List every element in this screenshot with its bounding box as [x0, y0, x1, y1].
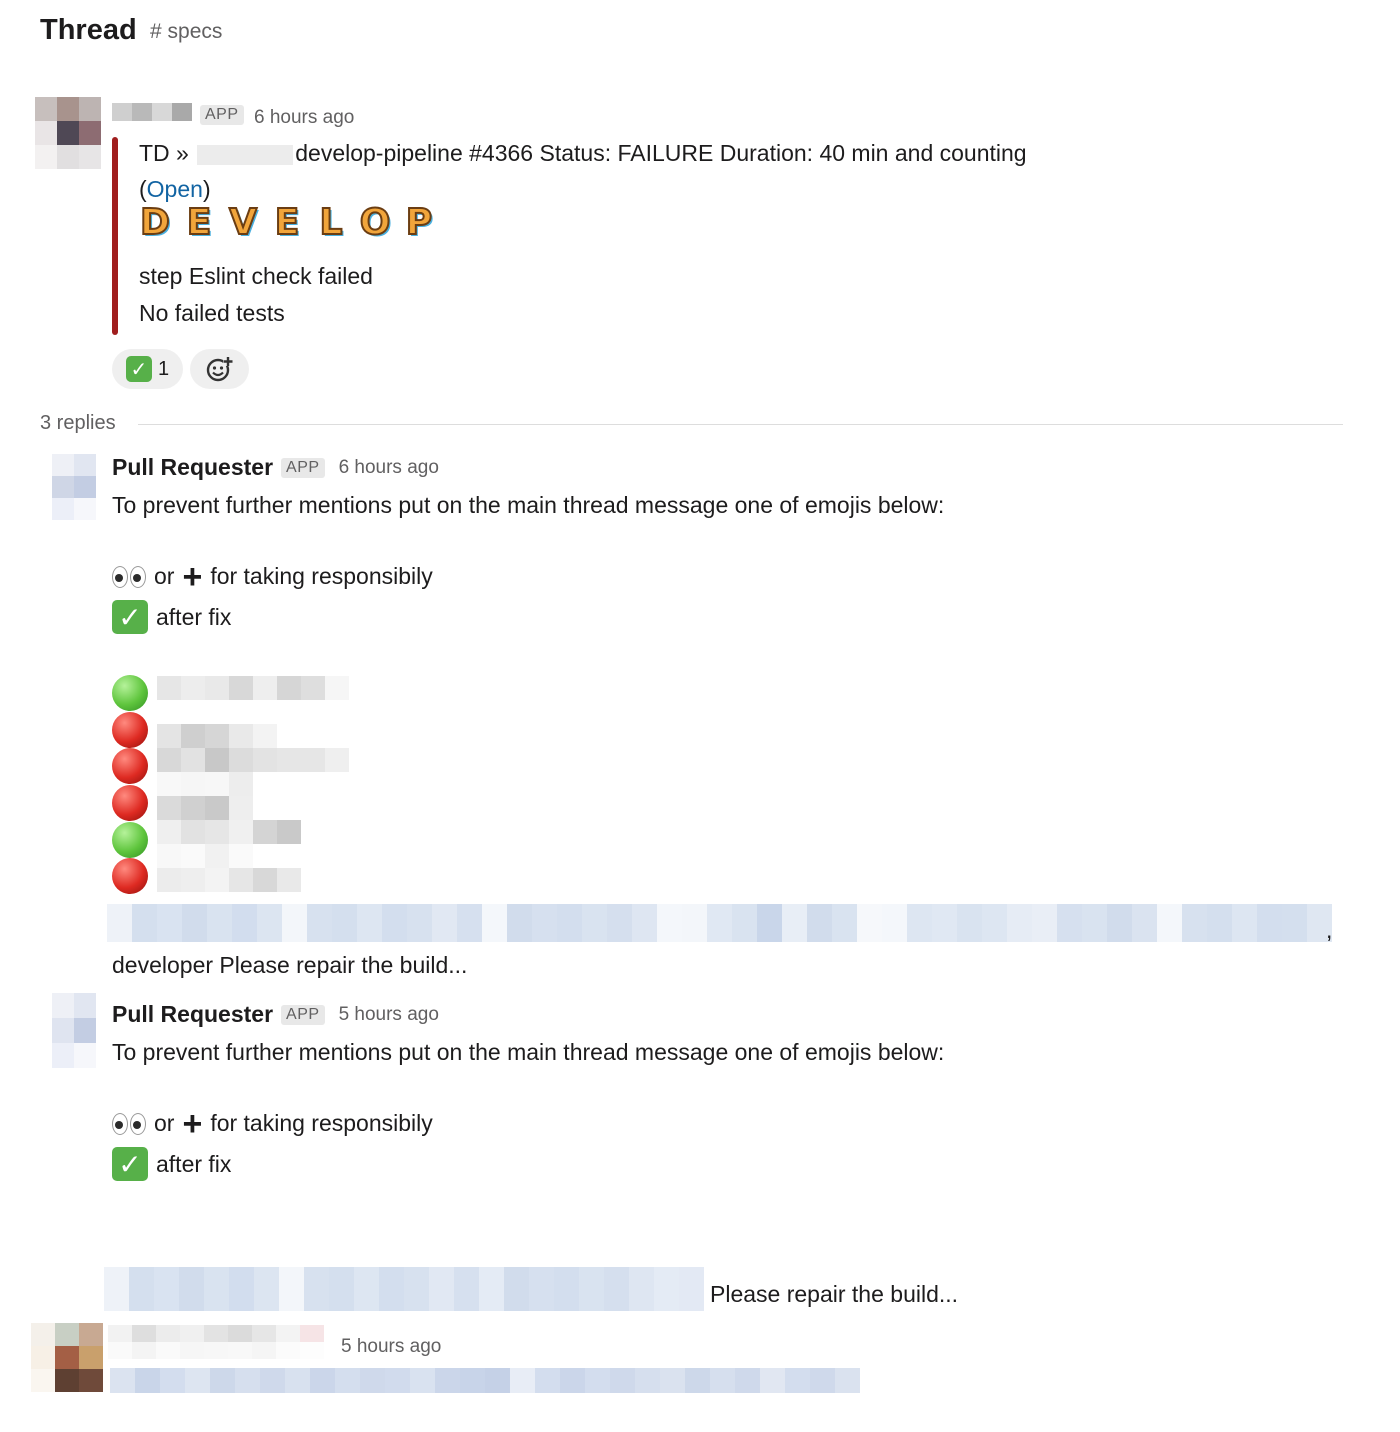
- avatar[interactable]: [52, 993, 96, 1068]
- taking-responsibility-text: for taking responsibily: [210, 563, 433, 589]
- pipeline-status-text: develop-pipeline #4366 Status: FAILURE D…: [295, 140, 1027, 166]
- avatar[interactable]: [35, 97, 101, 169]
- develop-letter-icon: E: [274, 202, 301, 243]
- green-circle-icon: [112, 822, 148, 858]
- attachment-accent-bar: [112, 137, 118, 335]
- redacted-sender-name[interactable]: [108, 1325, 326, 1359]
- breadcrumb-prefix: TD »: [139, 140, 189, 166]
- avatar[interactable]: [31, 1323, 103, 1392]
- red-circle-icon: [112, 748, 148, 784]
- reply-intro-text: To prevent further mentions put on the m…: [112, 1039, 945, 1065]
- emoji-instruction-line: or + for taking responsibily: [112, 557, 433, 596]
- reply-closing-text: Please repair the build...: [710, 1281, 959, 1307]
- add-reaction-button[interactable]: [190, 349, 249, 389]
- emoji-instruction-line: or + for taking responsibily: [112, 1104, 433, 1143]
- eyes-icon: [112, 1112, 146, 1135]
- message-timestamp[interactable]: 5 hours ago: [341, 1336, 441, 1358]
- message-timestamp[interactable]: 5 hours ago: [339, 1004, 439, 1026]
- replies-divider: [138, 424, 1343, 425]
- sender-name[interactable]: Pull Requester: [112, 454, 273, 481]
- paren-close: ): [202, 176, 211, 202]
- app-badge: APP: [281, 457, 325, 478]
- develop-letter-icon: V: [228, 202, 258, 243]
- reply-intro-text: To prevent further mentions put on the m…: [112, 492, 945, 518]
- redacted-sender-name: [112, 103, 194, 121]
- channel-name[interactable]: # specs: [150, 20, 222, 44]
- heavy-plus-icon: +: [182, 1104, 203, 1143]
- step-status: step Eslint check failed: [139, 263, 373, 289]
- message-timestamp[interactable]: 6 hours ago: [254, 107, 354, 129]
- develop-letter-icon: O: [359, 202, 392, 243]
- reply-closing-text: developer Please repair the build...: [112, 952, 468, 978]
- tests-status: No failed tests: [139, 300, 285, 326]
- white-check-mark-icon: ✓: [125, 356, 152, 382]
- paren-open: (: [139, 176, 147, 202]
- red-circle-icon: [112, 712, 148, 748]
- white-check-mark-icon: ✓: [112, 600, 148, 634]
- redacted-name-list: [157, 676, 351, 892]
- after-fix-text: after fix: [156, 1150, 232, 1177]
- develop-letter-icon: E: [186, 202, 213, 243]
- taking-responsibility-text: for taking responsibily: [210, 1110, 433, 1136]
- thread-title: Thread: [40, 14, 137, 46]
- heavy-plus-icon: +: [182, 557, 203, 596]
- green-circle-icon: [112, 675, 148, 711]
- or-text: or: [154, 563, 175, 589]
- red-circle-icon: [112, 785, 148, 821]
- replies-count: 3 replies: [40, 412, 116, 434]
- red-circle-icon: [112, 858, 148, 894]
- develop-letter-icon: L: [319, 202, 344, 243]
- redacted-project: [197, 144, 294, 165]
- emoji-instruction-line: ✓ after fix: [112, 600, 231, 634]
- develop-letter-icon: P: [405, 202, 433, 243]
- add-reaction-icon: [206, 357, 233, 382]
- sender-name[interactable]: Pull Requester: [112, 1001, 273, 1028]
- after-fix-text: after fix: [156, 603, 232, 630]
- message-timestamp[interactable]: 6 hours ago: [339, 457, 439, 479]
- app-badge: APP: [200, 105, 244, 125]
- avatar[interactable]: [52, 454, 96, 520]
- redacted-message-text: [110, 1368, 860, 1393]
- redacted-mentions[interactable]: [104, 1267, 704, 1311]
- or-text: or: [154, 1110, 175, 1136]
- eyes-icon: [112, 565, 146, 588]
- redacted-mentions[interactable]: [107, 904, 1332, 942]
- reaction-check[interactable]: ✓ 1: [112, 349, 183, 389]
- white-check-mark-icon: ✓: [112, 1147, 148, 1181]
- trailing-comma: ,: [1326, 917, 1333, 943]
- develop-letter-icon: D: [139, 202, 171, 243]
- reaction-count: 1: [157, 357, 170, 380]
- open-link[interactable]: Open: [147, 176, 203, 202]
- app-badge: APP: [281, 1004, 325, 1025]
- emoji-instruction-line: ✓ after fix: [112, 1147, 231, 1181]
- develop-banner: D E V E L O P: [139, 202, 435, 243]
